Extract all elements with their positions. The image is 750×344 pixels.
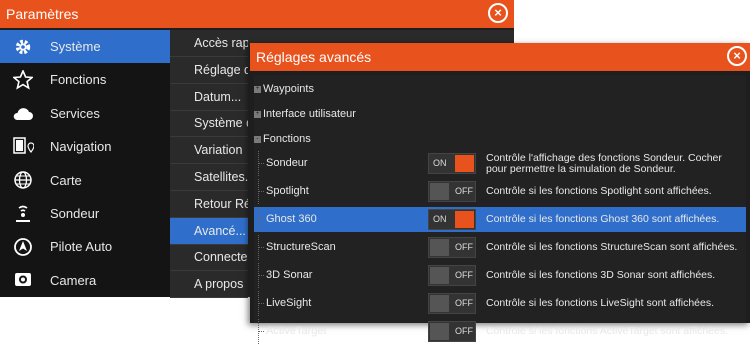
sidebar-item-label: Pilote Auto [50, 239, 113, 255]
toggle-knob [430, 295, 449, 312]
setting-description: Contrôle si les fonctions 3D Sonar sont … [486, 269, 716, 281]
sidebar-item-sondeur[interactable]: Sondeur [0, 197, 170, 230]
sidebar-item-label: Système [50, 39, 101, 54]
sidebar-item-label: Sondeur [50, 206, 100, 221]
feature-toggle[interactable]: OFF [428, 321, 476, 342]
setting-description: Contrôle si les fonctions LiveSight sont… [486, 297, 715, 309]
reglages-title: Réglages avancés [256, 49, 372, 65]
tree-node-interface-utilisateur[interactable]: + Interface utilisateur [254, 104, 356, 124]
autopilot-icon [10, 234, 36, 260]
sidebar-item-camera[interactable]: Camera [0, 264, 170, 297]
sidebar-item-pilote-auto[interactable]: Pilote Auto [0, 230, 170, 263]
toggle-state-label: OFF [455, 270, 473, 280]
toggle-knob [455, 211, 474, 228]
toggle-knob [430, 323, 449, 340]
tree-connector-tick [258, 163, 264, 164]
tree-node-fonctions[interactable]: - Fonctions [254, 129, 311, 149]
toggle-state-label: ON [433, 158, 447, 168]
submenu-item[interactable]: Datum... [170, 84, 248, 111]
toggle-state-label: OFF [455, 326, 473, 336]
expand-icon[interactable]: + [254, 85, 261, 93]
sidebar-item-label: Fonctions [50, 72, 107, 88]
sidebar-item-label: Services [50, 105, 100, 121]
feature-toggle[interactable]: ON [428, 153, 476, 174]
toggle-knob [430, 239, 449, 256]
globe-icon [10, 167, 36, 193]
toggle-knob [430, 183, 449, 200]
setting-row-spotlight[interactable]: Spotlight OFF Contrôle si les fonctions Sp… [254, 179, 746, 204]
setting-name: StructureScan [266, 241, 336, 253]
reglages-close-button[interactable]: × [727, 46, 747, 66]
sidebar-item-fonctions[interactable]: Fonctions [0, 63, 170, 96]
tree-connector-tick [258, 331, 264, 332]
feature-toggle[interactable]: OFF [428, 265, 476, 286]
sonar-icon [10, 201, 36, 227]
reglages-list: + Waypoints + Interface utilisateur - Fonctio… [254, 75, 746, 344]
setting-name: Sondeur [266, 157, 308, 169]
expand-icon[interactable]: + [254, 110, 261, 118]
collapse-icon[interactable]: - [254, 135, 261, 143]
setting-row-livesight[interactable]: LiveSight OFF Contrôle si les fonctions Li… [254, 291, 746, 316]
tree-connector-tick [258, 247, 264, 248]
settings-sidebar: Système Fonctions Services Navigation Carte S… [0, 30, 170, 297]
tree-node-waypoints[interactable]: + Waypoints [254, 79, 314, 99]
setting-description: Contrôle l'affichage des fonctions Sonde… [486, 151, 722, 175]
cloud-icon [10, 100, 36, 126]
sidebar-item-label: Camera [50, 272, 97, 288]
navigation-icon [10, 134, 36, 160]
reglages-titlebar: Réglages avancés × [250, 43, 750, 71]
sidebar-item-label: Navigation [50, 139, 112, 155]
setting-name: Ghost 360 [266, 213, 317, 225]
parametres-titlebar: Paramètres × [0, 0, 514, 28]
setting-description: Contrôle si les fonctions StructureScan … [486, 241, 738, 253]
tree-node-label: Interface utilisateur [263, 108, 356, 120]
parametres-close-button[interactable]: × [488, 3, 508, 23]
feature-toggle[interactable]: ON [428, 209, 476, 230]
toggle-state-label: ON [433, 214, 447, 224]
reglages-avances-window: Réglages avancés × + Waypoints + Interface … [250, 43, 750, 344]
feature-toggle[interactable]: OFF [428, 293, 476, 314]
submenu-item[interactable]: Connecter [170, 244, 248, 272]
sidebar-item-services[interactable]: Services [0, 97, 170, 130]
feature-toggle[interactable]: OFF [428, 181, 476, 202]
setting-description: Contrôle si les fonctions Ghost 360 sont… [486, 213, 720, 225]
toggle-knob [430, 267, 449, 284]
setting-description: Contrôle si les fonctions Spotlight sont… [486, 185, 712, 197]
submenu-item[interactable]: Variation [170, 137, 248, 165]
toggle-state-label: OFF [455, 186, 473, 196]
setting-name: Spotlight [266, 185, 309, 197]
tree-connector-tick [258, 275, 264, 276]
tree-connector-tick [258, 219, 264, 220]
toggle-state-label: OFF [455, 298, 473, 308]
sidebar-item-syst-me[interactable]: Système [0, 30, 170, 63]
sidebar-item-carte[interactable]: Carte [0, 164, 170, 197]
gear-icon [10, 34, 36, 60]
setting-row-sondeur[interactable]: Sondeur ON Contrôle l'affichage des foncti… [254, 151, 746, 176]
submenu-item[interactable]: Avancé... [170, 217, 248, 245]
tree-connector-tick [258, 191, 264, 192]
tree-node-label: Fonctions [263, 133, 311, 145]
star-icon [10, 67, 36, 93]
submenu-item[interactable]: Accès rapide [170, 30, 248, 57]
setting-name: 3D Sonar [266, 269, 313, 281]
submenu-item[interactable]: Système de [170, 110, 248, 138]
feature-toggle[interactable]: OFF [428, 237, 476, 258]
toggle-knob [455, 155, 474, 172]
camera-icon [10, 267, 36, 293]
setting-row-ghost-360[interactable]: Ghost 360 ON Contrôle si les fonctions Gho… [254, 207, 746, 232]
setting-name: LiveSight [266, 297, 312, 309]
submenu-item[interactable]: Retour Ré [170, 191, 248, 218]
submenu-item[interactable]: A propos [170, 271, 248, 299]
tree-node-label: Waypoints [263, 83, 314, 95]
submenu-item[interactable]: Réglage de [170, 57, 248, 84]
sidebar-item-label: Carte [50, 172, 82, 188]
setting-row-structurescan[interactable]: StructureScan OFF Contrôle si les fonction… [254, 235, 746, 260]
sidebar-item-navigation[interactable]: Navigation [0, 130, 170, 163]
setting-row-3d-sonar[interactable]: 3D Sonar OFF Contrôle si les fonctions 3D … [254, 263, 746, 288]
submenu-item[interactable]: Satellites... [170, 164, 248, 191]
parametres-title: Paramètres [6, 6, 79, 22]
tree-connector-tick [258, 303, 264, 304]
toggle-state-label: OFF [455, 242, 473, 252]
